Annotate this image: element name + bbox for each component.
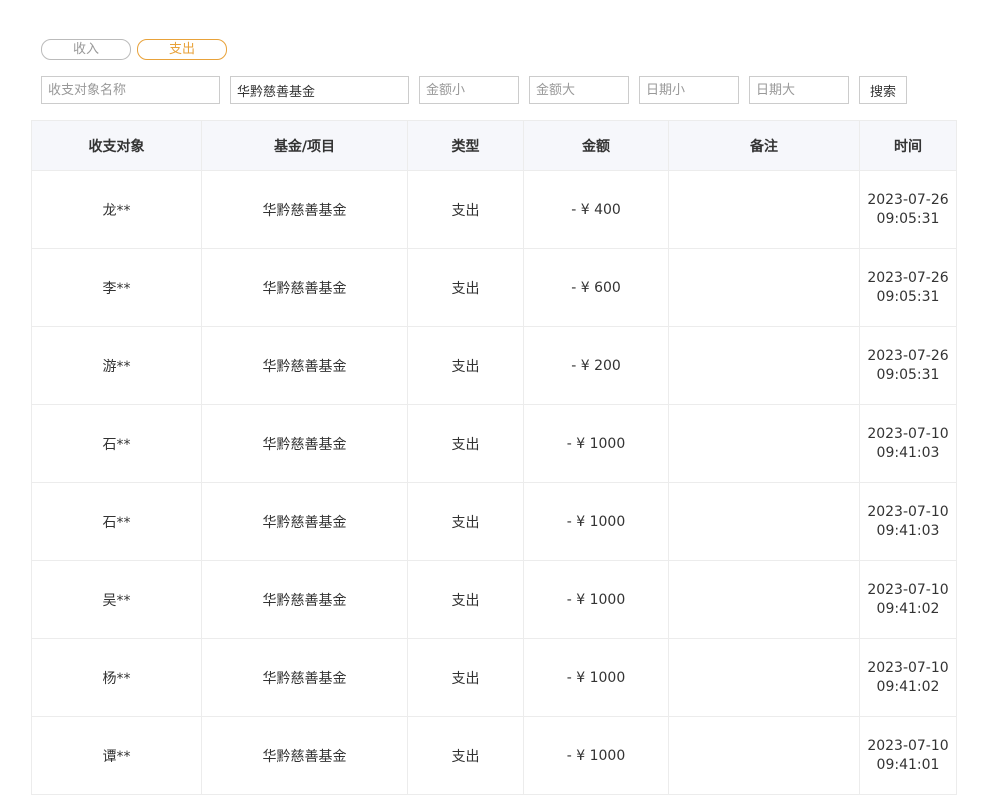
cell-counterparty: 谭** [31,716,202,795]
cell-note [668,638,860,717]
cell-amount: - ¥ 1000 [523,404,669,483]
cell-type: 支出 [407,326,524,405]
cell-fund: 华黔慈善基金 [201,638,408,717]
cell-amount: - ¥ 1000 [523,638,669,717]
cell-time: 2023-07-26 09:05:31 [859,248,957,327]
cell-time: 2023-07-26 09:05:31 [859,326,957,405]
cell-fund: 华黔慈善基金 [201,482,408,561]
table-row: 杨** 华黔慈善基金 支出 - ¥ 1000 2023-07-10 09:41:… [31,638,957,717]
cell-type: 支出 [407,248,524,327]
table-row: 游** 华黔慈善基金 支出 - ¥ 200 2023-07-26 09:05:3… [31,326,957,405]
cell-time: 2023-07-10 09:41:02 [859,560,957,639]
cell-amount: - ¥ 1000 [523,716,669,795]
table-row: 李** 华黔慈善基金 支出 - ¥ 600 2023-07-26 09:05:3… [31,248,957,327]
cell-fund: 华黔慈善基金 [201,248,408,327]
cell-time: 2023-07-10 09:41:01 [859,716,957,795]
header-fund: 基金/项目 [201,120,408,171]
transactions-table: 收支对象 基金/项目 类型 金额 备注 时间 龙** 华黔慈善基金 支出 - ¥… [31,120,957,795]
cell-note [668,482,860,561]
amount-min-input[interactable] [419,76,519,104]
cell-note [668,560,860,639]
table-row: 谭** 华黔慈善基金 支出 - ¥ 1000 2023-07-10 09:41:… [31,716,957,795]
cell-type: 支出 [407,170,524,249]
cell-note [668,170,860,249]
cell-amount: - ¥ 400 [523,170,669,249]
search-button[interactable]: 搜索 [859,76,907,104]
header-note: 备注 [668,120,860,171]
cell-time: 2023-07-10 09:41:02 [859,638,957,717]
amount-max-input[interactable] [529,76,629,104]
cell-time: 2023-07-10 09:41:03 [859,482,957,561]
table-row: 石** 华黔慈善基金 支出 - ¥ 1000 2023-07-10 09:41:… [31,482,957,561]
cell-note [668,404,860,483]
table-header-row: 收支对象 基金/项目 类型 金额 备注 时间 [31,120,957,171]
header-type: 类型 [407,120,524,171]
table-row: 龙** 华黔慈善基金 支出 - ¥ 400 2023-07-26 09:05:3… [31,170,957,249]
table-row: 吴** 华黔慈善基金 支出 - ¥ 1000 2023-07-10 09:41:… [31,560,957,639]
cell-counterparty: 龙** [31,170,202,249]
cell-amount: - ¥ 200 [523,326,669,405]
cell-type: 支出 [407,638,524,717]
cell-counterparty: 李** [31,248,202,327]
header-amount: 金额 [523,120,669,171]
cell-counterparty: 石** [31,404,202,483]
tab-expense[interactable]: 支出 [137,39,227,60]
cell-counterparty: 游** [31,326,202,405]
counterparty-input[interactable] [41,76,220,104]
cell-fund: 华黔慈善基金 [201,326,408,405]
cell-amount: - ¥ 1000 [523,482,669,561]
tab-income[interactable]: 收入 [41,39,131,60]
cell-time: 2023-07-26 09:05:31 [859,170,957,249]
cell-counterparty: 石** [31,482,202,561]
cell-type: 支出 [407,716,524,795]
header-counterparty: 收支对象 [31,120,202,171]
fund-input[interactable] [230,76,409,104]
cell-fund: 华黔慈善基金 [201,716,408,795]
cell-note [668,716,860,795]
cell-type: 支出 [407,482,524,561]
header-time: 时间 [859,120,957,171]
cell-fund: 华黔慈善基金 [201,170,408,249]
date-min-input[interactable] [639,76,739,104]
cell-counterparty: 吴** [31,560,202,639]
cell-note [668,326,860,405]
cell-amount: - ¥ 600 [523,248,669,327]
cell-fund: 华黔慈善基金 [201,404,408,483]
table-row: 石** 华黔慈善基金 支出 - ¥ 1000 2023-07-10 09:41:… [31,404,957,483]
cell-type: 支出 [407,560,524,639]
cell-note [668,248,860,327]
cell-counterparty: 杨** [31,638,202,717]
cell-type: 支出 [407,404,524,483]
cell-amount: - ¥ 1000 [523,560,669,639]
date-max-input[interactable] [749,76,849,104]
cell-time: 2023-07-10 09:41:03 [859,404,957,483]
cell-fund: 华黔慈善基金 [201,560,408,639]
